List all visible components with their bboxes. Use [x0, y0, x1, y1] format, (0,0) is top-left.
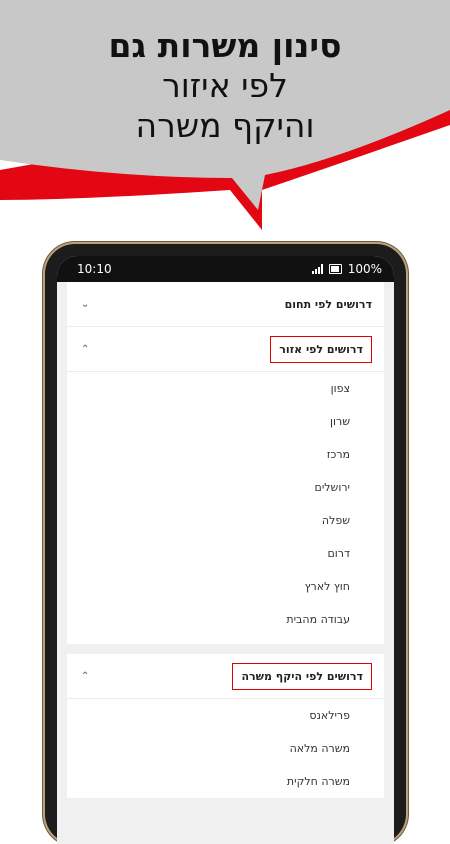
- filter-list: דרושים לפי תחום ⌄ דרושים לפי אזור ⌃ צפון…: [57, 282, 394, 844]
- chevron-up-icon: ⌃: [81, 670, 90, 682]
- headline-line-2: לפי איזור: [162, 66, 288, 105]
- section-by-field: דרושים לפי תחום ⌄: [67, 282, 384, 327]
- chevron-up-icon: ⌃: [81, 343, 90, 355]
- list-item[interactable]: חוץ לארץ: [67, 570, 384, 603]
- section-label-by-area: דרושים לפי אזור: [270, 335, 372, 363]
- list-item[interactable]: צפון: [67, 372, 384, 405]
- list-item[interactable]: עבודה מהבית: [67, 603, 384, 636]
- headline-line-3: והיקף משרה: [135, 106, 315, 145]
- section-by-scope: דרושים לפי היקף משרה ⌃ פרילאנס משרה מלאה…: [67, 654, 384, 798]
- chevron-down-icon: ⌄: [81, 298, 90, 310]
- battery-icon: [328, 264, 342, 274]
- list-item[interactable]: מרכז: [67, 438, 384, 471]
- headline-line-1: סינון משרות גם: [108, 26, 342, 65]
- section-header-by-scope[interactable]: דרושים לפי היקף משרה ⌃: [67, 654, 384, 699]
- section-label-by-field: דרושים לפי תחום: [284, 297, 372, 311]
- battery-percent: 100%: [347, 262, 382, 276]
- list-item[interactable]: פרילאנס: [67, 699, 384, 732]
- list-item[interactable]: משרה מלאה: [67, 732, 384, 765]
- section-header-by-field[interactable]: דרושים לפי תחום ⌄: [67, 282, 384, 327]
- list-item[interactable]: ירושלים: [67, 471, 384, 504]
- phone-frame: 10:10 100% דרושים לפי תחום ⌄ דרושים לפי …: [45, 244, 406, 844]
- section-label-by-scope: דרושים לפי היקף משרה: [232, 662, 372, 690]
- list-item[interactable]: משרה חלקית: [67, 765, 384, 798]
- promo-headline: סינון משרות גם לפי איזור והיקף משרה: [0, 26, 450, 146]
- status-bar: 10:10 100%: [57, 256, 394, 282]
- section-header-by-area[interactable]: דרושים לפי אזור ⌃: [67, 327, 384, 372]
- signal-icon: [311, 264, 323, 274]
- list-item[interactable]: שפלה: [67, 504, 384, 537]
- status-time: 10:10: [77, 262, 112, 276]
- list-item[interactable]: דרום: [67, 537, 384, 570]
- phone-screen: 10:10 100% דרושים לפי תחום ⌄ דרושים לפי …: [57, 256, 394, 844]
- list-item[interactable]: שרון: [67, 405, 384, 438]
- status-icons: 100%: [311, 262, 382, 276]
- section-by-area: דרושים לפי אזור ⌃ צפון שרון מרכז ירושלים…: [67, 327, 384, 644]
